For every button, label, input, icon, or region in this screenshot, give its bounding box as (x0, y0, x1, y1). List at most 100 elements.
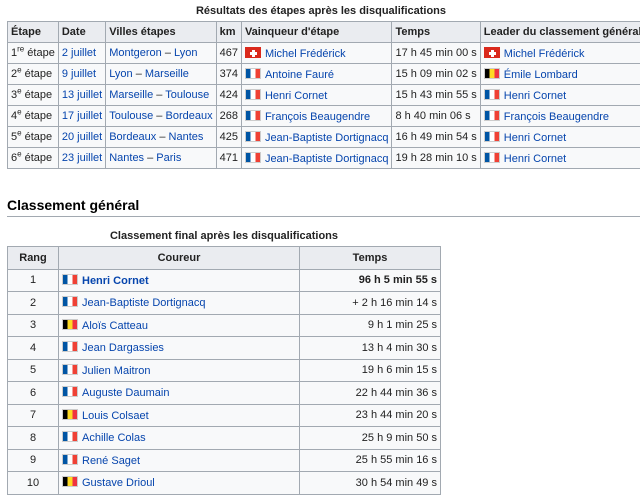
stage-number-cell: 1re étape (7, 42, 59, 64)
col-header-stage: Étape (7, 21, 59, 43)
stage-date-link[interactable]: 20 juillet (62, 131, 102, 143)
stage-date-cell: 20 juillet (57, 126, 107, 148)
gc-rider-link[interactable]: Gustave Drioul (82, 477, 155, 489)
gc-row: 3 Aloïs Catteau 9 h 1 min 25 s (7, 313, 441, 337)
stage-date-link[interactable]: 23 juillet (62, 152, 102, 164)
stage-date-link[interactable]: 2 juillet (62, 47, 96, 59)
stage-row: 1re étape 2 juillet Montgeron – Lyon 467 Mic… (7, 42, 640, 64)
gc-rank-cell: 8 (7, 426, 59, 450)
france-flag-icon (62, 363, 78, 375)
gc-time-cell: 25 h 9 min 50 s (299, 426, 441, 450)
stage-leader-cell: Henri Cornet (479, 126, 640, 148)
stage-leader-link[interactable]: Émile Lombard (504, 69, 578, 81)
stage-km-cell: 374 (215, 63, 242, 85)
stage-leader-cell: Henri Cornet (479, 84, 640, 106)
stage-number-cell: 4e étape (7, 105, 59, 127)
stage-leader-link[interactable]: Henri Cornet (504, 153, 566, 165)
gc-rider-link[interactable]: Julien Maitron (82, 365, 150, 377)
france-flag-icon (62, 386, 78, 398)
stage-label: étape (21, 68, 53, 80)
stage-date-link[interactable]: 13 juillet (62, 89, 102, 101)
gc-rider-cell: Jean Dargassies (58, 336, 300, 360)
col-header-time: Temps (391, 21, 481, 43)
belgium-flag-icon (483, 67, 500, 79)
col-header-date: Date (57, 21, 107, 43)
stages-header-row: Étape Date Villes étapes km Vainqueur d'… (7, 21, 640, 43)
stage-winner-link[interactable]: Michel Frédérick (265, 48, 346, 60)
stage-winner-cell: Antoine Fauré (240, 63, 393, 85)
stage-date-link[interactable]: 9 juillet (62, 68, 96, 80)
gc-rider-link[interactable]: René Saget (82, 455, 140, 467)
start-city-link[interactable]: Bordeaux (109, 131, 156, 143)
start-city-link[interactable]: Marseille (109, 89, 153, 101)
stage-leader-link[interactable]: Henri Cornet (504, 90, 566, 102)
gc-rider-cell: Jean-Baptiste Dortignacq (58, 291, 300, 315)
stage-date-link[interactable]: 17 juillet (62, 110, 102, 122)
gc-row: 10 Gustave Drioul 30 h 54 min 49 s (7, 471, 441, 495)
stage-km-cell: 471 (215, 147, 242, 169)
stage-winner-link[interactable]: François Beaugendre (265, 111, 370, 123)
switzerland-flag-icon (483, 46, 500, 58)
stage-label: étape (21, 131, 53, 143)
gc-rider-cell: Aloïs Catteau (58, 313, 300, 337)
france-flag-icon (62, 341, 78, 353)
stage-leader-link[interactable]: Michel Frédérick (504, 48, 585, 60)
stage-date-cell: 2 juillet (57, 42, 107, 64)
section-divider (7, 216, 640, 217)
gc-rider-link[interactable]: Auguste Daumain (82, 387, 169, 399)
gc-row: 9 René Saget 25 h 55 min 16 s (7, 448, 441, 472)
gc-row: 8 Achille Colas 25 h 9 min 50 s (7, 426, 441, 450)
gc-rider-link[interactable]: Jean-Baptiste Dortignacq (82, 297, 206, 309)
stage-cities-cell: Toulouse – Bordeaux (105, 105, 217, 127)
france-flag-icon (244, 130, 261, 142)
stage-label: étape (21, 110, 53, 122)
gc-time-cell: 19 h 6 min 15 s (299, 358, 441, 382)
stage-winner-cell: Jean-Baptiste Dortignacq (240, 126, 393, 148)
stage-row: 6e étape 23 juillet Nantes – Paris 471 Jean-… (7, 147, 640, 169)
stage-cities-cell: Lyon – Marseille (105, 63, 217, 85)
finish-city-link[interactable]: Nantes (169, 131, 204, 143)
finish-city-link[interactable]: Bordeaux (165, 110, 212, 122)
stage-cities-cell: Nantes – Paris (105, 147, 217, 169)
gc-rider-cell: Gustave Drioul (58, 471, 300, 495)
gc-row: 5 Julien Maitron 19 h 6 min 15 s (7, 358, 441, 382)
stage-number-cell: 5e étape (7, 126, 59, 148)
gc-rider-cell: Julien Maitron (58, 358, 300, 382)
gc-rank-cell: 6 (7, 381, 59, 405)
finish-city-link[interactable]: Toulouse (165, 89, 209, 101)
france-flag-icon (62, 431, 78, 443)
stage-row: 4e étape 17 juillet Toulouse – Bordeaux 268… (7, 105, 640, 127)
finish-city-link[interactable]: Lyon (174, 47, 197, 59)
start-city-link[interactable]: Montgeron (109, 47, 162, 59)
stage-winner-link[interactable]: Jean-Baptiste Dortignacq (265, 132, 389, 144)
gc-header-row: Rang Coureur Temps (7, 246, 441, 270)
gc-rider-link[interactable]: Achille Colas (82, 432, 146, 444)
stage-leader-link[interactable]: François Beaugendre (504, 111, 609, 123)
gc-rider-link[interactable]: Aloïs Catteau (82, 320, 148, 332)
finish-city-link[interactable]: Paris (156, 152, 181, 164)
france-flag-icon (244, 67, 261, 79)
gc-rank-cell: 9 (7, 448, 59, 472)
stage-winner-link[interactable]: Jean-Baptiste Dortignacq (265, 153, 389, 165)
stage-winner-link[interactable]: Antoine Fauré (265, 69, 334, 81)
stage-winner-link[interactable]: Henri Cornet (265, 90, 327, 102)
gc-rider-cell: Achille Colas (58, 426, 300, 450)
stage-cities-cell: Montgeron – Lyon (105, 42, 217, 64)
stage-label: étape (21, 152, 53, 164)
start-city-link[interactable]: Toulouse (109, 110, 153, 122)
stage-time-cell: 15 h 43 min 55 s (391, 84, 481, 106)
gc-rider-link[interactable]: Jean Dargassies (82, 342, 164, 354)
gc-row: 2 Jean-Baptiste Dortignacq + 2 h 16 min 14… (7, 291, 441, 315)
stages-table-caption: Résultats des étapes après les disqualif… (195, 5, 447, 17)
stage-label: étape (24, 47, 55, 59)
gc-rider-link[interactable]: Louis Colsaet (82, 410, 149, 422)
start-city-link[interactable]: Lyon (109, 68, 132, 80)
gc-rider-link[interactable]: Henri Cornet (82, 275, 149, 287)
stage-leader-link[interactable]: Henri Cornet (504, 132, 566, 144)
stage-date-cell: 17 juillet (57, 105, 107, 127)
france-flag-icon (244, 151, 261, 163)
start-city-link[interactable]: Nantes (109, 152, 144, 164)
finish-city-link[interactable]: Marseille (145, 68, 189, 80)
gc-time-cell: 13 h 4 min 30 s (299, 336, 441, 360)
stage-number-cell: 6e étape (7, 147, 59, 169)
